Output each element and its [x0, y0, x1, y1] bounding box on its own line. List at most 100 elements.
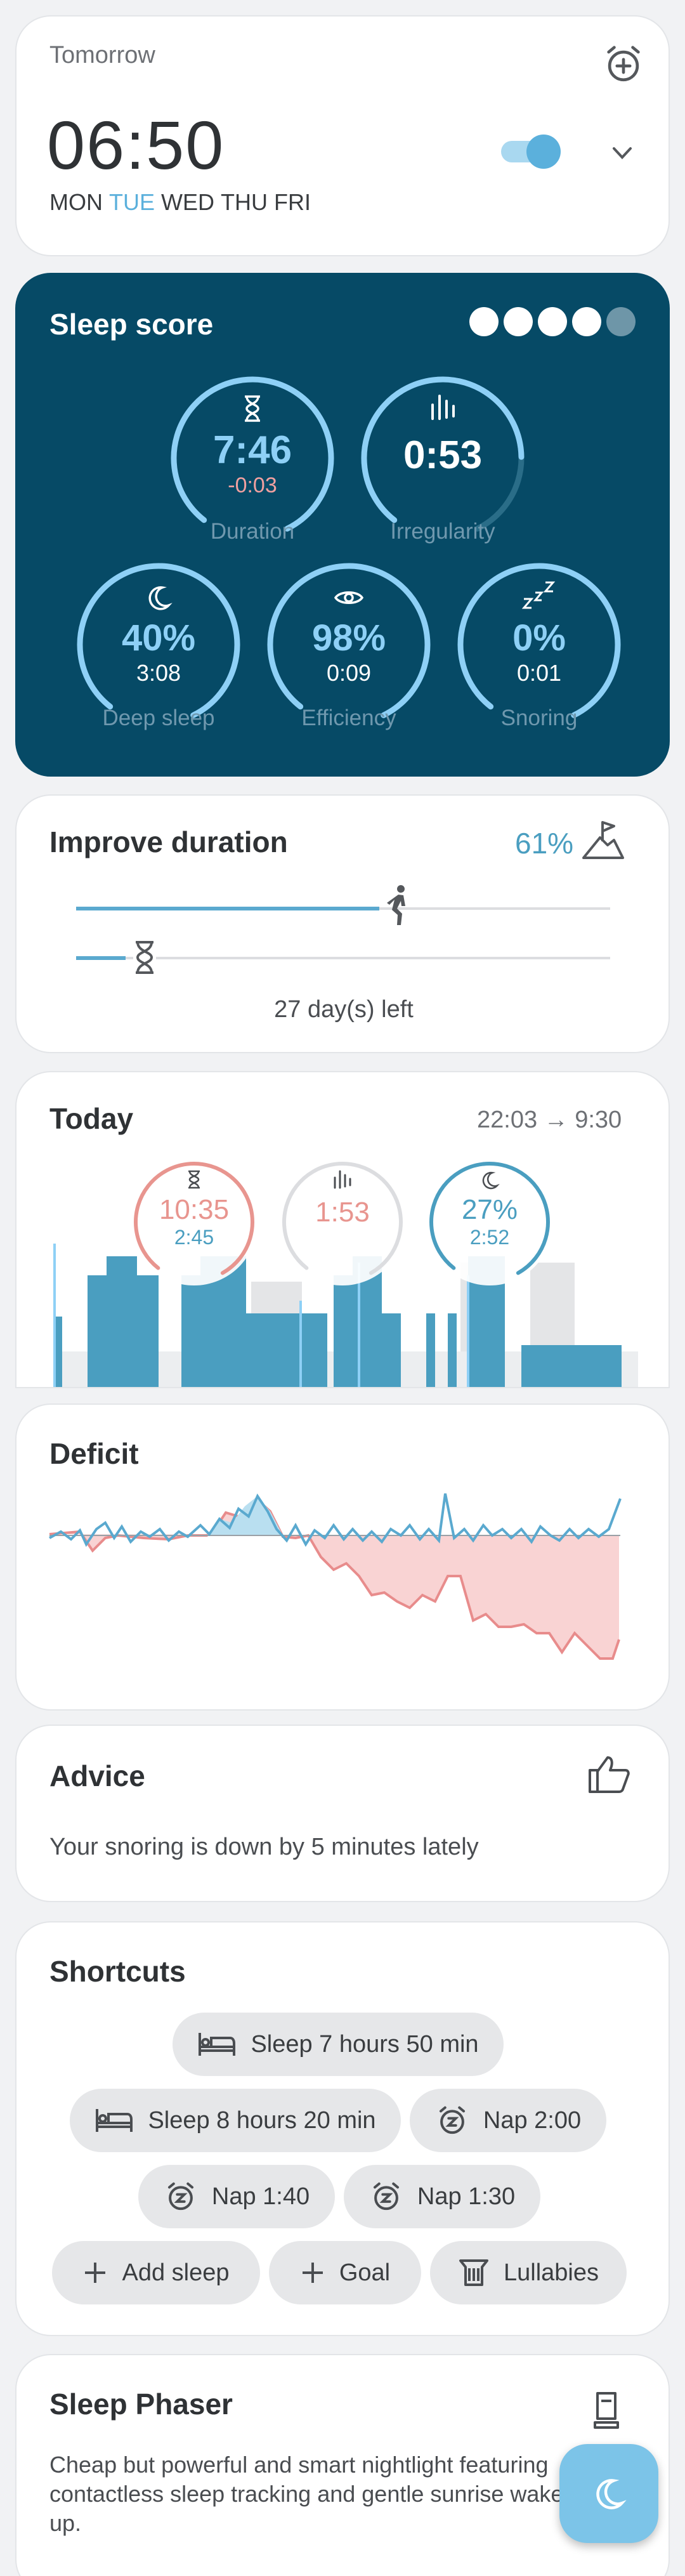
duration-delta: -0:03	[228, 473, 277, 497]
score-dot	[504, 307, 533, 336]
eye-icon	[334, 588, 364, 608]
zzz-icon	[521, 579, 557, 610]
deficit-chart	[49, 1493, 622, 1660]
efficiency-sub: 0:09	[326, 660, 372, 686]
plus-icon	[82, 2260, 108, 2285]
thumbs-up-icon[interactable]	[587, 1754, 632, 1794]
shortcut-nap-1-40[interactable]: Nap 1:40	[138, 2165, 335, 2228]
today-irregularity-value: 1:53	[315, 1197, 370, 1228]
irregularity-label: Irregularity	[390, 519, 495, 544]
shortcut-add-sleep[interactable]: Add sleep	[52, 2241, 260, 2304]
shortcut-label: Sleep 7 hours 50 min	[251, 2030, 479, 2058]
shortcut-nap-2-00[interactable]: Nap 2:00	[410, 2089, 606, 2152]
alarm-toggle[interactable]	[499, 131, 562, 169]
alarm-clock-icon	[435, 2103, 469, 2138]
deep-sleep-ring[interactable]: 40% 3:08 Deep sleep	[70, 556, 247, 746]
bed-icon	[95, 2108, 134, 2133]
plus-icon	[300, 2260, 325, 2285]
advice-card[interactable]: Advice Your snoring is down by 5 minutes…	[15, 1725, 670, 1902]
efficiency-label: Efficiency	[301, 706, 396, 730]
alarm-clock-icon	[164, 2179, 198, 2214]
efficiency-ring[interactable]: 98% 0:09 Efficiency	[260, 556, 438, 746]
shortcuts-card: Shortcuts Sleep 7 hours 50 min Sleep 8 h…	[15, 1921, 670, 2336]
lamp-icon	[592, 2391, 620, 2430]
shortcut-sleep-7h50[interactable]: Sleep 7 hours 50 min	[173, 2013, 504, 2076]
today-deep-sub: 2:52	[469, 1226, 510, 1249]
sleep-score-card[interactable]: Sleep score 7:46 -0:03 Duration 0:53 Irr…	[15, 273, 670, 777]
progress-time-track	[76, 957, 610, 959]
score-dots	[469, 307, 636, 336]
deep-sleep-sub: 3:08	[136, 660, 181, 686]
alarm-days: MON TUE WED THU FRI	[49, 189, 311, 216]
shortcut-sleep-8h20[interactable]: Sleep 8 hours 20 min	[70, 2089, 401, 2152]
deficit-card[interactable]: Deficit	[15, 1403, 670, 1711]
shortcut-label: Sleep 8 hours 20 min	[148, 2106, 376, 2134]
sleep-score-title: Sleep score	[49, 308, 214, 341]
start-sleep-fab[interactable]	[559, 2444, 658, 2543]
shortcut-lullabies[interactable]: Lullabies	[430, 2241, 627, 2304]
today-duration-value: 10:35	[159, 1194, 230, 1225]
day-mon: MON	[49, 189, 103, 215]
shortcut-label: Goal	[339, 2259, 391, 2286]
hourglass-icon	[133, 940, 156, 975]
shortcuts-title: Shortcuts	[49, 1955, 186, 1988]
alarm-clock-icon	[369, 2179, 403, 2214]
day-fri: FRI	[274, 189, 311, 215]
snoring-value: 0%	[512, 617, 566, 659]
snoring-ring[interactable]: 0% 0:01 Snoring	[450, 556, 628, 746]
shortcut-goal[interactable]: Goal	[269, 2241, 421, 2304]
day-tue: TUE	[109, 189, 155, 215]
alarm-card[interactable]: Tomorrow 06:50 MON TUE WED THU FRI	[15, 15, 670, 256]
score-dot	[469, 307, 499, 336]
shortcut-label: Lullabies	[504, 2259, 599, 2286]
today-duration-sub: 2:45	[174, 1226, 214, 1249]
improve-percent: 61%	[515, 827, 574, 860]
equalizer-icon	[429, 392, 457, 423]
score-dot	[538, 307, 567, 336]
day-wed: WED	[161, 189, 214, 215]
moon-icon	[145, 584, 173, 612]
shortcut-label: Nap 2:00	[483, 2106, 582, 2134]
add-alarm-icon[interactable]	[601, 42, 646, 86]
duration-ring[interactable]: 7:46 -0:03 Duration	[164, 369, 341, 553]
phaser-title: Sleep Phaser	[49, 2388, 233, 2421]
score-dot	[606, 307, 636, 336]
shortcut-label: Add sleep	[122, 2259, 230, 2286]
snoring-sub: 0:01	[516, 660, 562, 686]
harp-icon	[458, 2258, 490, 2287]
progress-time-fill	[76, 956, 126, 960]
snoring-label: Snoring	[500, 706, 578, 730]
equalizer-icon	[332, 1169, 353, 1190]
hourglass-icon	[186, 1170, 202, 1189]
efficiency-value: 98%	[311, 617, 386, 659]
days-left: 27 day(s) left	[274, 996, 414, 1023]
expand-chevron-icon[interactable]	[606, 141, 638, 166]
walking-person-icon	[384, 884, 414, 926]
improve-title: Improve duration	[49, 825, 288, 858]
today-deep-value: 27%	[461, 1194, 518, 1225]
phaser-text: Cheap but powerful and smart nightlight …	[49, 2452, 564, 2536]
progress-goal-fill	[76, 907, 379, 910]
score-dot	[572, 307, 601, 336]
shortcut-label: Nap 1:30	[417, 2183, 516, 2210]
alarm-time[interactable]: 06:50	[47, 105, 225, 185]
hourglass-icon	[241, 395, 264, 423]
irregularity-value: 0:53	[403, 433, 483, 477]
today-deep-ring[interactable]: 27% 2:52	[426, 1159, 553, 1285]
irregularity-ring[interactable]: 0:53 Irregularity	[354, 369, 532, 553]
duration-label: Duration	[210, 519, 295, 544]
summit-flag-icon	[581, 818, 625, 860]
improve-duration-card[interactable]: Improve duration 61% 27 day(s) left	[15, 794, 670, 1053]
advice-title: Advice	[49, 1759, 145, 1792]
today-duration-ring[interactable]: 10:35 2:45	[131, 1159, 258, 1285]
bed-icon	[197, 2032, 237, 2057]
today-card[interactable]: Today 22:03 → 9:30 10:35 2:45 1:53 27% 2…	[15, 1071, 670, 1388]
moon-icon	[591, 2476, 627, 2511]
duration-value: 7:46	[212, 428, 292, 472]
advice-text: Your snoring is down by 5 minutes lately	[49, 1834, 479, 1860]
deep-sleep-value: 40%	[121, 617, 196, 659]
alarm-label: Tomorrow	[49, 42, 155, 69]
shortcut-nap-1-30[interactable]: Nap 1:30	[344, 2165, 540, 2228]
toggle-thumb	[526, 135, 561, 169]
today-irregularity-ring[interactable]: 1:53	[279, 1159, 406, 1285]
